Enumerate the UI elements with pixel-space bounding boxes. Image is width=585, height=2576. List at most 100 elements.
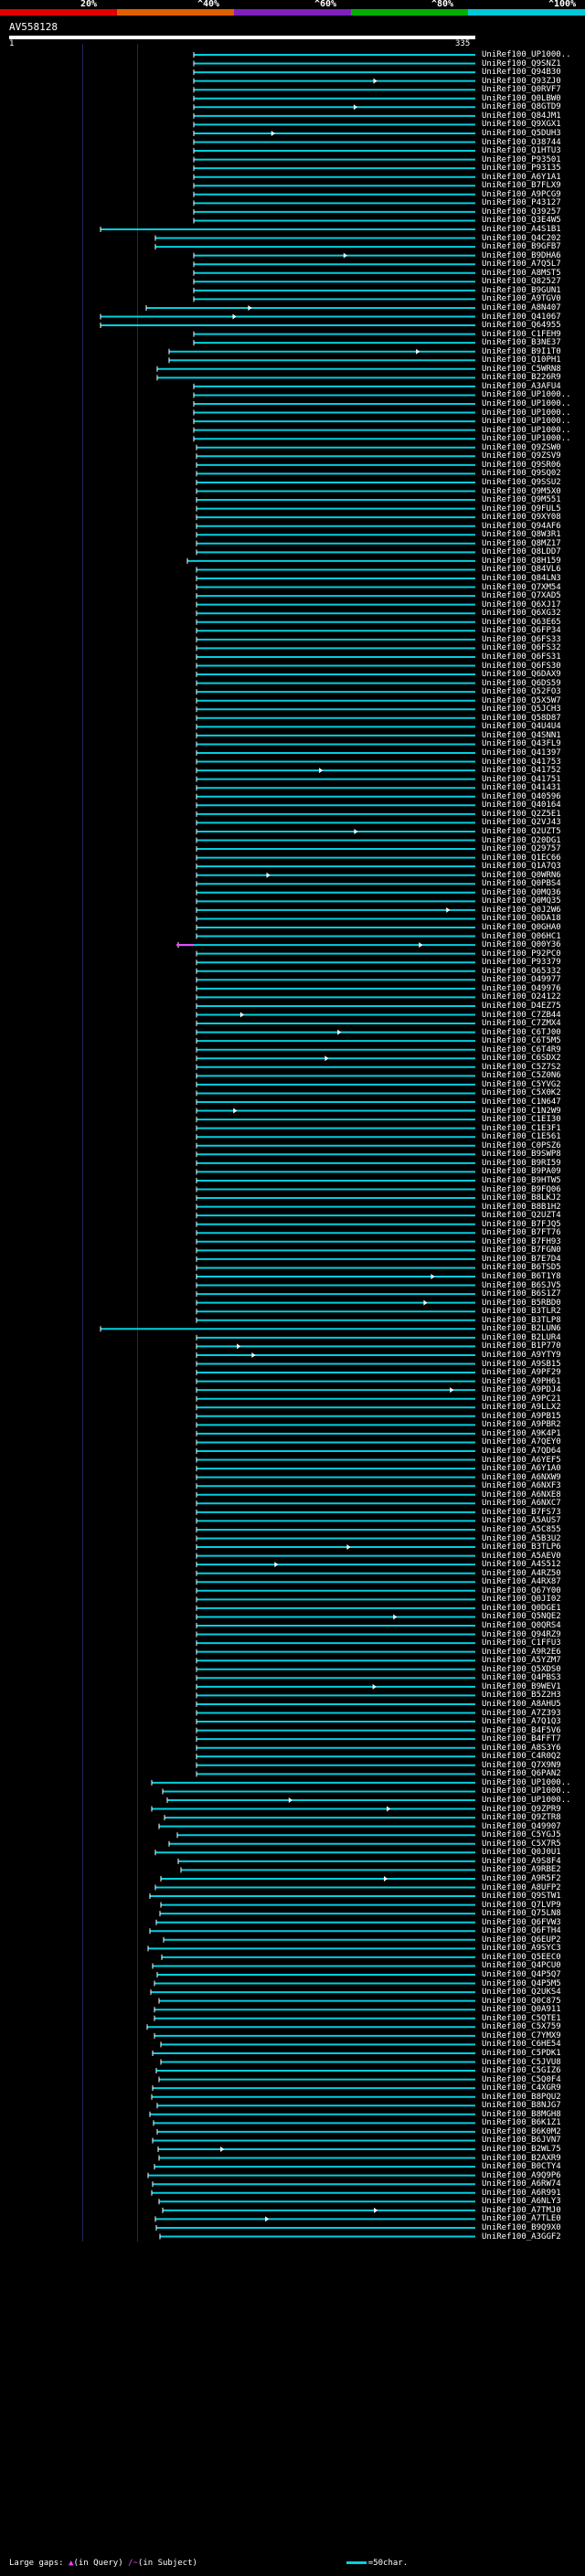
hit-label[interactable]: UniRef100_C5X759: [482, 2023, 561, 2031]
hit-label[interactable]: UniRef100_C1E561: [482, 1133, 561, 1141]
hit-label[interactable]: UniRef100_Q9ZSV9: [482, 452, 561, 461]
hit-label[interactable]: UniRef100_A9YTY9: [482, 1351, 561, 1360]
hit-label[interactable]: UniRef100_B6K1Z1: [482, 2119, 561, 2127]
hit-label[interactable]: UniRef100_C5YGJ5: [482, 1831, 561, 1839]
hit-label[interactable]: UniRef100_A9SYC3: [482, 1945, 561, 1953]
hit-label[interactable]: UniRef100_B3TLR2: [482, 1308, 561, 1316]
hit-label[interactable]: UniRef100_Q0GHA0: [482, 924, 561, 932]
hit-label[interactable]: UniRef100_Q10PH1: [482, 356, 561, 365]
hit-label[interactable]: UniRef100_B8LKJ2: [482, 1194, 561, 1203]
hit-label[interactable]: UniRef100_B226R9: [482, 374, 561, 382]
hit-label[interactable]: UniRef100_UP1000..: [482, 418, 571, 426]
hit-label[interactable]: UniRef100_Q9SSU2: [482, 478, 561, 487]
hit-label[interactable]: UniRef100_Q6XG32: [482, 610, 561, 618]
hit-label[interactable]: UniRef100_O49977: [482, 976, 561, 984]
hit-label[interactable]: UniRef100_Q84LN3: [482, 575, 561, 583]
hit-label[interactable]: UniRef100_A5YZM7: [482, 1657, 561, 1665]
hit-label[interactable]: UniRef100_A3GGF2: [482, 2232, 561, 2242]
hit-label[interactable]: UniRef100_Q0QRS4: [482, 1622, 561, 1630]
hit-label[interactable]: UniRef100_Q5DUH3: [482, 129, 561, 138]
hit-label[interactable]: UniRef100_UP1000..: [482, 1797, 571, 1805]
hit-label[interactable]: UniRef100_P93379: [482, 959, 561, 967]
hit-label[interactable]: UniRef100_B8NJG7: [482, 2102, 561, 2110]
hit-label[interactable]: UniRef100_C5PDK1: [482, 2049, 561, 2058]
hit-label[interactable]: UniRef100_B4FFT7: [482, 1735, 561, 1744]
hit-label[interactable]: UniRef100_Q0JI02: [482, 1595, 561, 1604]
hit-label[interactable]: UniRef100_Q1HTU3: [482, 147, 561, 155]
hit-label[interactable]: UniRef100_A7QD64: [482, 1447, 561, 1456]
hit-label[interactable]: UniRef100_Q4PBS3: [482, 1674, 561, 1682]
hit-label[interactable]: UniRef100_UP1000..: [482, 435, 571, 443]
hit-label[interactable]: UniRef100_UP1000..: [482, 51, 571, 59]
hit-label[interactable]: UniRef100_B2LUN6: [482, 1325, 561, 1333]
hit-label[interactable]: UniRef100_D4EZ75: [482, 1002, 561, 1011]
hit-label[interactable]: UniRef100_B6S1Z7: [482, 1290, 561, 1299]
hit-label[interactable]: UniRef100_B9HTW5: [482, 1176, 561, 1185]
hit-label[interactable]: UniRef100_B0CTY4: [482, 2163, 561, 2171]
hit-label[interactable]: UniRef100_Q6PAN2: [482, 1770, 561, 1778]
hit-label[interactable]: UniRef100_P93135: [482, 164, 561, 173]
hit-label[interactable]: UniRef100_A5C855: [482, 1525, 561, 1534]
hit-label[interactable]: UniRef100_A9R5F2: [482, 1874, 561, 1883]
hit-label[interactable]: UniRef100_Q0J0U1: [482, 1849, 561, 1857]
hit-label[interactable]: UniRef100_Q94B30: [482, 69, 561, 77]
hit-label[interactable]: UniRef100_P43127: [482, 199, 561, 207]
hit-label[interactable]: UniRef100_B9SWP8: [482, 1150, 561, 1159]
hit-label[interactable]: UniRef100_A6NLY3: [482, 2198, 561, 2206]
hit-label[interactable]: UniRef100_Q6DAX9: [482, 671, 561, 679]
hit-label[interactable]: UniRef100_A6NXC7: [482, 1500, 561, 1508]
hit-label[interactable]: UniRef100_Q1A7Q3: [482, 863, 561, 871]
hit-label[interactable]: UniRef100_C1FFU3: [482, 1639, 561, 1648]
hit-label[interactable]: UniRef100_B7FLX9: [482, 182, 561, 190]
hit-label[interactable]: UniRef100_C5GIZ6: [482, 2067, 561, 2075]
hit-label[interactable]: UniRef100_B3TLP6: [482, 1543, 561, 1552]
hit-label[interactable]: UniRef100_Q0MQ35: [482, 897, 561, 906]
hit-label[interactable]: UniRef100_Q41431: [482, 784, 561, 792]
hit-label[interactable]: UniRef100_A9PDJ4: [482, 1386, 561, 1394]
hit-label[interactable]: UniRef100_Q29757: [482, 845, 561, 853]
hit-label[interactable]: UniRef100_Q9ZTR8: [482, 1814, 561, 1822]
hit-label[interactable]: UniRef100_A6RW74: [482, 2180, 561, 2189]
hit-label[interactable]: UniRef100_Q0A911: [482, 2006, 561, 2014]
hit-label[interactable]: UniRef100_Q5JCH3: [482, 705, 561, 714]
hit-label[interactable]: UniRef100_Q8LDD7: [482, 548, 561, 557]
hit-label[interactable]: UniRef100_Q6FP34: [482, 627, 561, 635]
hit-label[interactable]: UniRef100_Q4P5Q7: [482, 1971, 561, 1979]
hit-label[interactable]: UniRef100_A9PBR2: [482, 1421, 561, 1429]
hit-label[interactable]: UniRef100_Q40164: [482, 801, 561, 810]
hit-label[interactable]: UniRef100_A8AHU5: [482, 1700, 561, 1709]
hit-label[interactable]: UniRef100_Q2UZT4: [482, 1212, 561, 1220]
hit-label[interactable]: UniRef100_A7Q5L7: [482, 260, 561, 269]
hit-label[interactable]: UniRef100_A4S512: [482, 1561, 561, 1569]
hit-label[interactable]: UniRef100_Q9STW1: [482, 1892, 561, 1901]
hit-label[interactable]: UniRef100_Q9M551: [482, 496, 561, 504]
hit-label[interactable]: UniRef100_Q0PBS4: [482, 880, 561, 888]
hit-label[interactable]: UniRef100_A8N407: [482, 303, 561, 313]
hit-label[interactable]: UniRef100_B6T1Y8: [482, 1273, 561, 1281]
hit-label[interactable]: UniRef100_Q6FTH4: [482, 1927, 561, 1935]
hit-label[interactable]: UniRef100_B2WL75: [482, 2146, 561, 2154]
hit-label[interactable]: UniRef100_A9LLX2: [482, 1404, 561, 1412]
hit-label[interactable]: UniRef100_Q4U4U4: [482, 723, 561, 731]
hit-label[interactable]: UniRef100_Q64955: [482, 322, 561, 330]
hit-label[interactable]: UniRef100_Q7XAD5: [482, 592, 561, 600]
hit-label[interactable]: UniRef100_Q8GTD9: [482, 103, 561, 111]
hit-label[interactable]: UniRef100_Q75LN8: [482, 1910, 561, 1918]
hit-label[interactable]: UniRef100_Q00Y36: [482, 941, 561, 949]
hit-label[interactable]: UniRef100_A4RX87: [482, 1578, 561, 1586]
hit-label[interactable]: UniRef100_Q41397: [482, 749, 561, 758]
hit-label[interactable]: UniRef100_B7FGN0: [482, 1246, 561, 1255]
hit-label[interactable]: UniRef100_Q41752: [482, 767, 561, 775]
hit-label[interactable]: UniRef100_Q2UZT5: [482, 827, 561, 836]
hit-label[interactable]: UniRef100_Q9XY08: [482, 514, 561, 522]
hit-label[interactable]: UniRef100_Q0RVF7: [482, 86, 561, 94]
hit-label[interactable]: UniRef100_UP1000..: [482, 400, 571, 408]
hit-label[interactable]: UniRef100_Q82527: [482, 278, 561, 286]
hit-label[interactable]: UniRef100_Q6FS31: [482, 652, 561, 662]
hit-label[interactable]: UniRef100_C7ZMX4: [482, 1020, 561, 1028]
hit-label[interactable]: UniRef100_Q52FO3: [482, 688, 561, 696]
hit-label[interactable]: UniRef100_C1EI30: [482, 1116, 561, 1124]
hit-label[interactable]: UniRef100_C4R0Q2: [482, 1753, 561, 1761]
hit-label[interactable]: UniRef100_C6SDX2: [482, 1055, 561, 1063]
hit-label[interactable]: UniRef100_A7Q1Q3: [482, 1718, 561, 1726]
